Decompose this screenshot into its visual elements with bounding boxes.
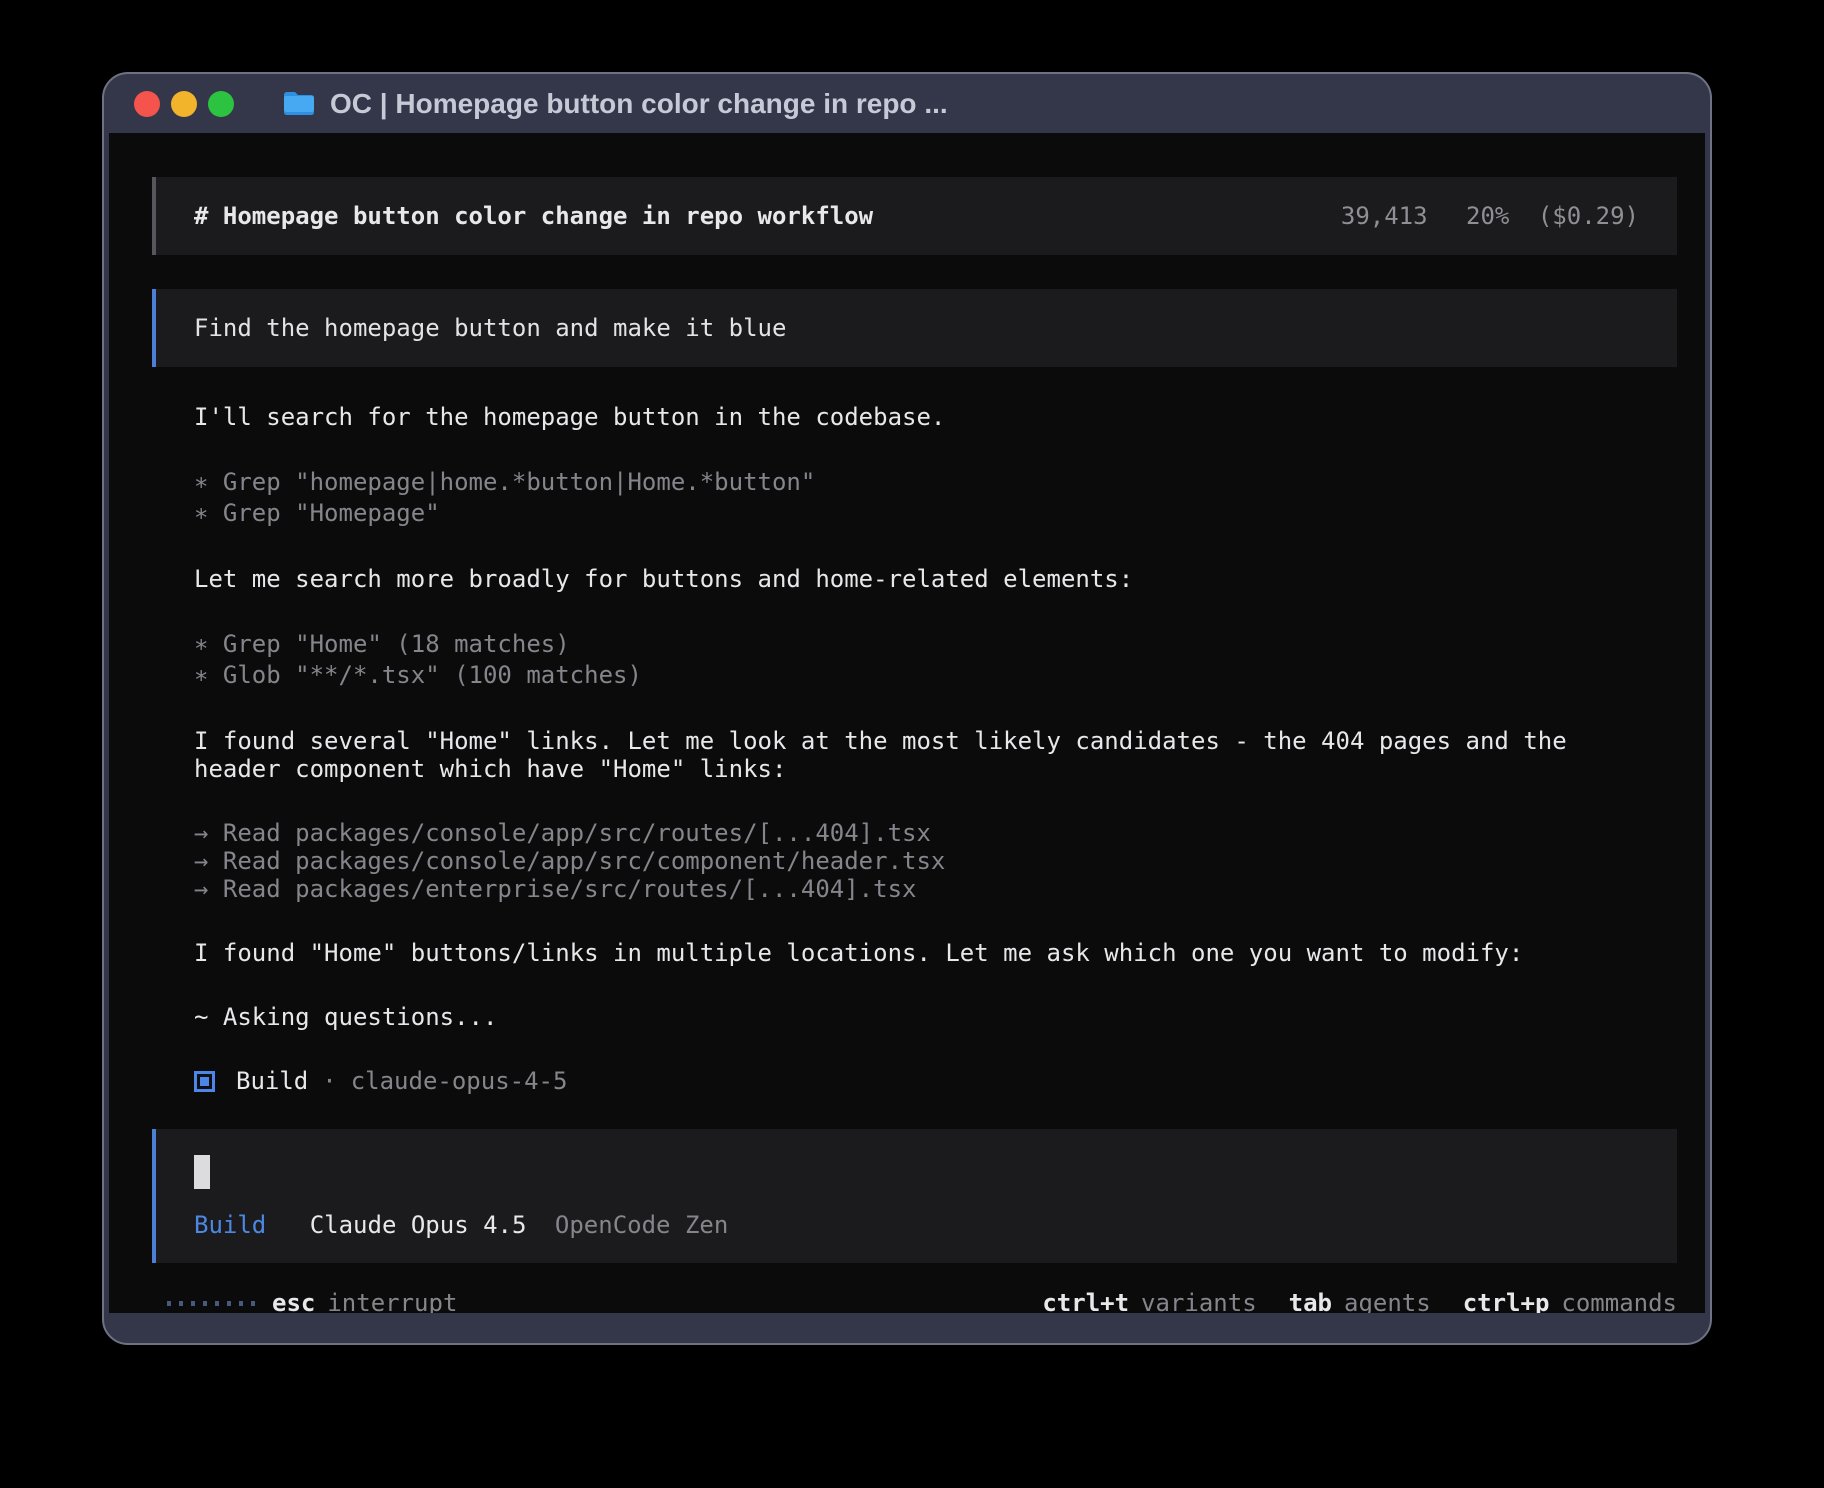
tool-call: → Read packages/console/app/src/routes/[… (194, 819, 1592, 847)
session-stats: 39,413 20% ($0.29) (1341, 202, 1639, 230)
shortcut-commands: ctrl+p commands (1463, 1289, 1677, 1313)
terminal-window: OC | Homepage button color change in rep… (102, 72, 1712, 1345)
agent-separator: · (322, 1067, 336, 1095)
tool-call: ∗ Grep "homepage|home.*button|Home.*butt… (194, 467, 1592, 498)
session-header: # Homepage button color change in repo w… (152, 177, 1677, 255)
session-title: # Homepage button color change in repo w… (194, 202, 873, 230)
agent-model: claude-opus-4-5 (351, 1067, 568, 1095)
model-name: Claude Opus 4.5 (310, 1211, 527, 1239)
shortcut-agents: tab agents (1289, 1289, 1431, 1313)
window-titlebar[interactable]: OC | Homepage button color change in rep… (104, 74, 1710, 133)
shortcut-variants: ctrl+t variants (1042, 1289, 1256, 1313)
model-row: Build Claude Opus 4.5 OpenCode Zen (194, 1211, 1639, 1239)
session-cost: ($0.29) (1538, 202, 1639, 230)
tool-call: → Read packages/console/app/src/componen… (194, 847, 1592, 875)
maximize-button[interactable] (208, 91, 234, 117)
text-cursor (194, 1155, 210, 1189)
agent-mode-label: Build (194, 1211, 266, 1239)
assistant-text: I'll search for the homepage button in t… (194, 403, 1592, 431)
folder-icon (282, 90, 316, 117)
model-provider: OpenCode Zen (555, 1211, 728, 1239)
status-bar: esc interrupt ctrl+t variants tab agents… (152, 1289, 1677, 1313)
build-agent-icon (194, 1071, 215, 1092)
tool-call-group: ∗ Grep "homepage|home.*button|Home.*butt… (194, 467, 1592, 529)
minimize-button[interactable] (171, 91, 197, 117)
assistant-text: I found "Home" buttons/links in multiple… (194, 939, 1592, 967)
assistant-text: Let me search more broadly for buttons a… (194, 565, 1592, 593)
esc-key-hint: esc (272, 1289, 315, 1313)
tool-call: ∗ Grep "Home" (18 matches) (194, 629, 1592, 660)
tool-call: ∗ Grep "Homepage" (194, 498, 1592, 529)
traffic-lights (134, 91, 234, 117)
tool-call: ∗ Glob "**/*.tsx" (100 matches) (194, 660, 1592, 691)
tool-call-group: → Read packages/console/app/src/routes/[… (194, 819, 1592, 903)
window-bottom-edge (104, 1313, 1710, 1343)
user-message-text: Find the homepage button and make it blu… (194, 314, 786, 342)
spinner-dots (167, 1301, 255, 1306)
user-message: Find the homepage button and make it blu… (152, 289, 1677, 367)
tool-call: → Read packages/enterprise/src/routes/[.… (194, 875, 1592, 903)
esc-key-label: interrupt (327, 1289, 457, 1313)
context-percent: 20% (1466, 202, 1509, 230)
close-button[interactable] (134, 91, 160, 117)
assistant-status-text: ~ Asking questions... (194, 1003, 1592, 1031)
tool-call-group: ∗ Grep "Home" (18 matches) ∗ Glob "**/*.… (194, 629, 1592, 691)
prompt-input[interactable]: Build Claude Opus 4.5 OpenCode Zen (152, 1129, 1677, 1263)
terminal-content: # Homepage button color change in repo w… (109, 133, 1705, 1313)
shortcut-hints: ctrl+t variants tab agents ctrl+p comman… (1042, 1289, 1677, 1313)
agent-status-line: Build · claude-opus-4-5 (194, 1067, 1677, 1095)
assistant-text: I found several "Home" links. Let me loo… (194, 727, 1592, 783)
agent-name: Build (236, 1067, 308, 1095)
window-title: OC | Homepage button color change in rep… (330, 88, 948, 120)
token-count: 39,413 (1341, 202, 1428, 230)
